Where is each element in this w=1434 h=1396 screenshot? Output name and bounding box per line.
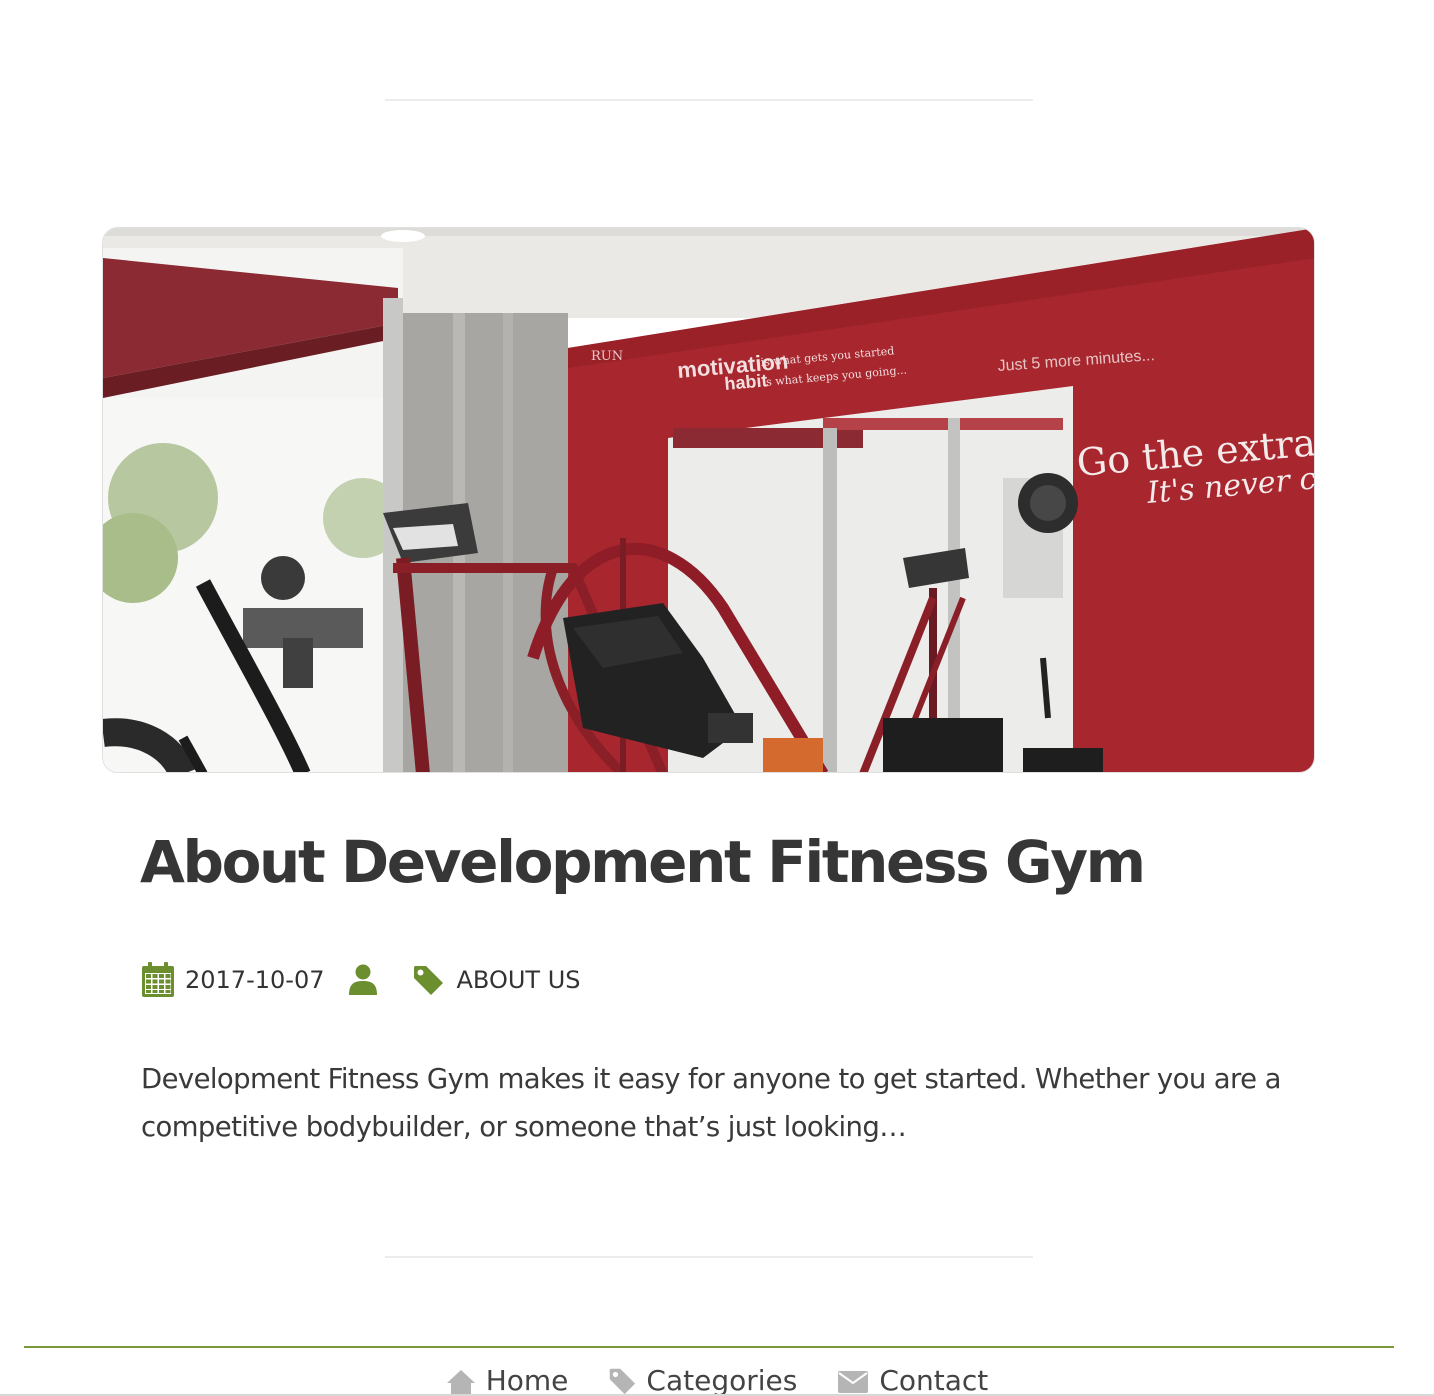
tag-icon bbox=[610, 1368, 636, 1394]
home-icon bbox=[446, 1369, 475, 1394]
post-date: 2017-10-07 bbox=[185, 966, 325, 994]
post-excerpt: Development Fitness Gym makes it easy fo… bbox=[141, 1063, 1281, 1143]
tag-icon bbox=[412, 964, 444, 996]
footer-nav-contact[interactable]: Contact bbox=[837, 1364, 988, 1396]
footer-divider bbox=[24, 1346, 1394, 1348]
footer-nav-home-label: Home bbox=[485, 1364, 569, 1396]
footer-nav-contact-label: Contact bbox=[879, 1364, 989, 1396]
post-meta: 2017-10-07 ABOUT US bbox=[141, 958, 581, 1002]
footer-nav-home[interactable]: Home bbox=[446, 1364, 569, 1396]
calendar-icon bbox=[141, 962, 175, 998]
footer-nav-categories-label: Categories bbox=[646, 1364, 798, 1396]
post-category-link[interactable]: ABOUT US bbox=[456, 966, 580, 994]
section-divider bbox=[385, 1256, 1033, 1258]
svg-text:habit: habit bbox=[724, 370, 769, 394]
footer-nav-categories[interactable]: Categories bbox=[608, 1364, 797, 1396]
post-featured-image[interactable]: RUN motivation is what gets you started … bbox=[102, 227, 1315, 773]
post-title[interactable]: About Development Fitness Gym bbox=[140, 822, 1146, 902]
section-divider bbox=[385, 99, 1033, 101]
user-icon[interactable] bbox=[348, 964, 378, 996]
envelope-icon bbox=[838, 1370, 869, 1393]
svg-text:RUN: RUN bbox=[591, 349, 623, 364]
page: RUN motivation is what gets you started … bbox=[0, 0, 1434, 1396]
footer-nav: Home Categories Contact bbox=[0, 1364, 1434, 1396]
